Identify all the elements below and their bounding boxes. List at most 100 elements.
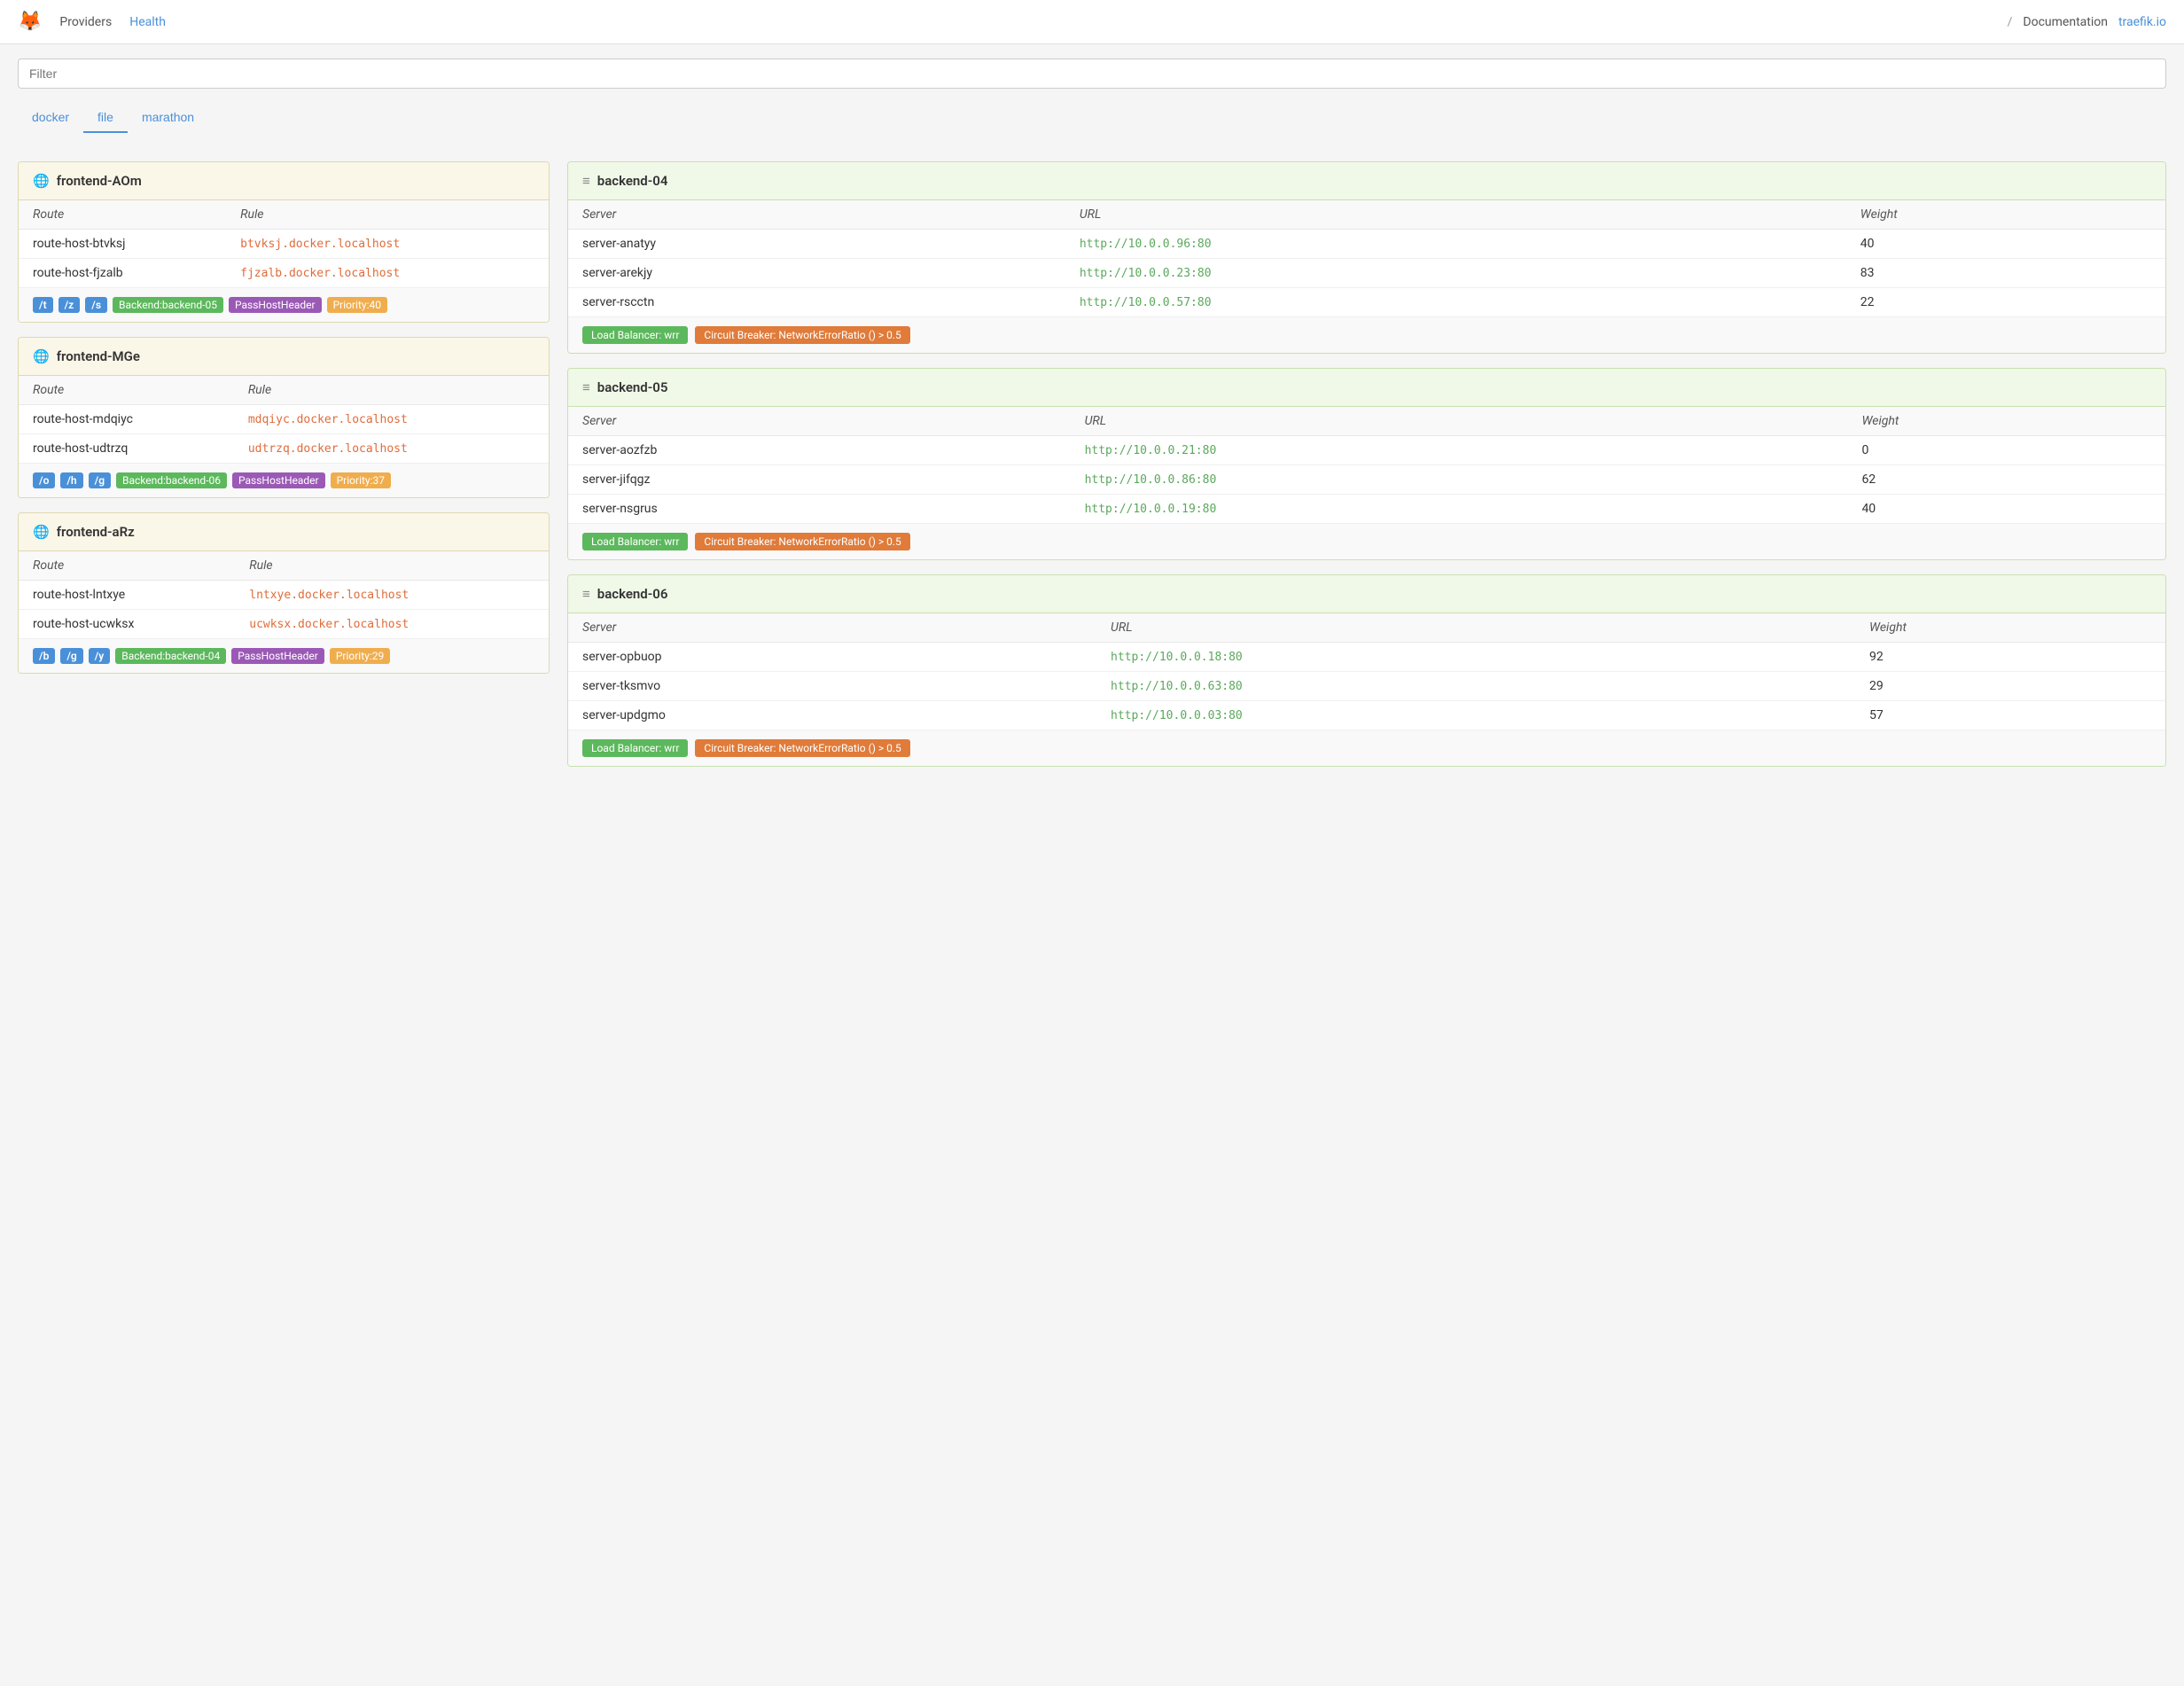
tag-t: /t bbox=[33, 297, 53, 313]
backend-title-06: backend-06 bbox=[597, 586, 668, 602]
tab-docker[interactable]: docker bbox=[18, 103, 83, 133]
nav-providers[interactable]: Providers bbox=[59, 15, 112, 29]
tag-h: /h bbox=[60, 472, 82, 488]
col-route: Route bbox=[19, 200, 226, 230]
server-url[interactable]: http://10.0.0.23:80 bbox=[1080, 267, 1212, 280]
main-content: 🌐 frontend-AOm Route Rule route-host-btv… bbox=[0, 147, 2184, 781]
server-url[interactable]: http://10.0.0.19:80 bbox=[1085, 503, 1217, 516]
col-rule: Rule bbox=[234, 376, 549, 405]
filter-bar bbox=[0, 44, 2184, 103]
tab-file[interactable]: file bbox=[83, 103, 128, 133]
server-weight: 92 bbox=[1855, 643, 2165, 672]
table-row: route-host-lntxye lntxye.docker.localhos… bbox=[19, 581, 549, 610]
backend-card-05: ≡ backend-05 Server URL Weight server-ao… bbox=[567, 368, 2166, 560]
server-name: server-anatyy bbox=[568, 230, 1065, 259]
server-weight: 0 bbox=[1847, 436, 2165, 465]
globe-icon: 🌐 bbox=[33, 524, 50, 540]
backend-header-05: ≡ backend-05 bbox=[568, 369, 2165, 407]
server-url[interactable]: http://10.0.0.57:80 bbox=[1080, 296, 1212, 309]
frontend-tags-aRz: /b /g /y Backend:backend-04 PassHostHead… bbox=[19, 638, 549, 673]
backend-header-04: ≡ backend-04 bbox=[568, 162, 2165, 200]
tag-g: /g bbox=[89, 472, 111, 488]
route-name: route-host-mdqiyc bbox=[19, 405, 234, 434]
server-name: server-nsgrus bbox=[568, 495, 1071, 524]
server-name: server-rscctn bbox=[568, 288, 1065, 317]
server-name: server-jifqgz bbox=[568, 465, 1071, 495]
tab-marathon[interactable]: marathon bbox=[128, 103, 208, 133]
nav-traefik-link[interactable]: traefik.io bbox=[2118, 15, 2166, 29]
route-rule: ucwksx.docker.localhost bbox=[235, 610, 549, 639]
server-url[interactable]: http://10.0.0.86:80 bbox=[1085, 473, 1217, 487]
col-weight: Weight bbox=[1855, 613, 2165, 643]
frontend-table-AOm: Route Rule route-host-btvksj btvksj.dock… bbox=[19, 200, 549, 287]
server-name: server-opbuop bbox=[568, 643, 1096, 672]
server-weight: 83 bbox=[1846, 259, 2165, 288]
route-name: route-host-btvksj bbox=[19, 230, 226, 259]
backend-card-06: ≡ backend-06 Server URL Weight server-op… bbox=[567, 574, 2166, 767]
tag-o: /o bbox=[33, 472, 55, 488]
tag-y: /y bbox=[89, 648, 111, 664]
server-url[interactable]: http://10.0.0.96:80 bbox=[1080, 238, 1212, 251]
backend-title-04: backend-04 bbox=[597, 173, 668, 189]
globe-icon: 🌐 bbox=[33, 348, 50, 364]
col-server: Server bbox=[568, 200, 1065, 230]
backend-table-05: Server URL Weight server-aozfzb http://1… bbox=[568, 407, 2165, 523]
badge-lb: Load Balancer: wrr bbox=[582, 739, 688, 757]
tag-s: /s bbox=[85, 297, 107, 313]
frontend-table-MGe: Route Rule route-host-mdqiyc mdqiyc.dock… bbox=[19, 376, 549, 463]
server-url[interactable]: http://10.0.0.21:80 bbox=[1085, 444, 1217, 457]
frontends-column: 🌐 frontend-AOm Route Rule route-host-btv… bbox=[18, 161, 550, 767]
list-icon: ≡ bbox=[582, 586, 590, 602]
list-icon: ≡ bbox=[582, 173, 590, 189]
server-url[interactable]: http://10.0.0.18:80 bbox=[1111, 651, 1243, 664]
tag-g: /g bbox=[60, 648, 82, 664]
filter-input[interactable] bbox=[18, 59, 2166, 89]
navbar-separator: / bbox=[2008, 15, 2013, 29]
col-url: URL bbox=[1071, 407, 1848, 436]
server-weight: 29 bbox=[1855, 672, 2165, 701]
frontend-title-AOm: frontend-AOm bbox=[57, 173, 142, 189]
nav-documentation[interactable]: Documentation bbox=[2023, 15, 2108, 29]
server-weight: 22 bbox=[1846, 288, 2165, 317]
server-name: server-updgmo bbox=[568, 701, 1096, 730]
tag-backend: Backend:backend-06 bbox=[116, 472, 227, 488]
backend-badges-04: Load Balancer: wrr Circuit Breaker: Netw… bbox=[568, 316, 2165, 353]
server-weight: 40 bbox=[1846, 230, 2165, 259]
col-rule: Rule bbox=[235, 551, 549, 581]
tag-backend: Backend:backend-05 bbox=[113, 297, 223, 313]
frontend-tags-AOm: /t /z /s Backend:backend-05 PassHostHead… bbox=[19, 287, 549, 322]
tag-z: /z bbox=[58, 297, 81, 313]
server-weight: 62 bbox=[1847, 465, 2165, 495]
tag-backend: Backend:backend-04 bbox=[115, 648, 226, 664]
frontend-tags-MGe: /o /h /g Backend:backend-06 PassHostHead… bbox=[19, 463, 549, 497]
route-rule: mdqiyc.docker.localhost bbox=[234, 405, 549, 434]
nav-health[interactable]: Health bbox=[129, 15, 166, 29]
server-url[interactable]: http://10.0.0.63:80 bbox=[1111, 680, 1243, 693]
badge-lb: Load Balancer: wrr bbox=[582, 326, 688, 344]
table-row: route-host-fjzalb fjzalb.docker.localhos… bbox=[19, 259, 549, 288]
col-server: Server bbox=[568, 613, 1096, 643]
table-row: server-rscctn http://10.0.0.57:80 22 bbox=[568, 288, 2165, 317]
backend-card-04: ≡ backend-04 Server URL Weight server-an… bbox=[567, 161, 2166, 354]
backend-header-06: ≡ backend-06 bbox=[568, 575, 2165, 613]
table-row: route-host-ucwksx ucwksx.docker.localhos… bbox=[19, 610, 549, 639]
tabs-bar: docker file marathon bbox=[0, 103, 2184, 147]
frontend-header-aRz: 🌐 frontend-aRz bbox=[19, 513, 549, 551]
badge-cb: Circuit Breaker: NetworkErrorRatio () > … bbox=[695, 739, 909, 757]
frontend-header-AOm: 🌐 frontend-AOm bbox=[19, 162, 549, 200]
route-rule: udtrzq.docker.localhost bbox=[234, 434, 549, 464]
col-route: Route bbox=[19, 551, 235, 581]
col-weight: Weight bbox=[1846, 200, 2165, 230]
backend-badges-06: Load Balancer: wrr Circuit Breaker: Netw… bbox=[568, 730, 2165, 766]
badge-cb: Circuit Breaker: NetworkErrorRatio () > … bbox=[695, 326, 909, 344]
backend-badges-05: Load Balancer: wrr Circuit Breaker: Netw… bbox=[568, 523, 2165, 559]
table-row: route-host-udtrzq udtrzq.docker.localhos… bbox=[19, 434, 549, 464]
backend-table-06: Server URL Weight server-opbuop http://1… bbox=[568, 613, 2165, 730]
table-row: server-opbuop http://10.0.0.18:80 92 bbox=[568, 643, 2165, 672]
frontend-card-aRz: 🌐 frontend-aRz Route Rule route-host-lnt… bbox=[18, 512, 550, 674]
table-row: server-aozfzb http://10.0.0.21:80 0 bbox=[568, 436, 2165, 465]
server-url[interactable]: http://10.0.0.03:80 bbox=[1111, 709, 1243, 722]
route-rule: fjzalb.docker.localhost bbox=[226, 259, 549, 288]
route-name: route-host-lntxye bbox=[19, 581, 235, 610]
frontend-title-aRz: frontend-aRz bbox=[57, 524, 135, 540]
